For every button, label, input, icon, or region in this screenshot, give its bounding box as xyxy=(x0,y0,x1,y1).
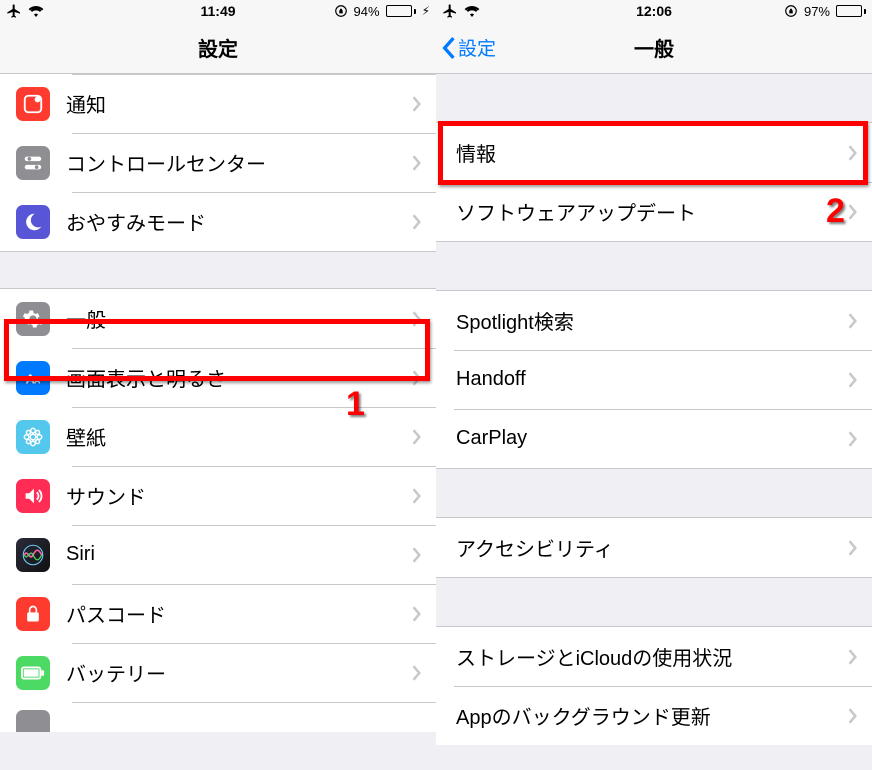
chevron-right-icon xyxy=(848,649,858,665)
row-label: 情報 xyxy=(452,138,848,167)
nav-bar: 設定 一般 xyxy=(436,22,872,74)
row-display[interactable]: AA 画面表示と明るさ xyxy=(0,348,436,407)
nav-back-label: 設定 xyxy=(458,34,496,61)
status-bar: 12:06 97% xyxy=(436,0,872,22)
nav-title: 設定 xyxy=(198,33,238,62)
row-wallpaper[interactable]: 壁紙 xyxy=(0,407,436,466)
rotation-lock-icon xyxy=(784,4,798,18)
moon-icon xyxy=(16,205,50,239)
display-icon: AA xyxy=(16,361,50,395)
row-spotlight[interactable]: Spotlight検索 xyxy=(436,291,872,350)
chevron-right-icon xyxy=(848,313,858,329)
general-group-3: アクセシビリティ xyxy=(436,517,872,578)
row-label: Spotlight検索 xyxy=(452,306,848,335)
right-screenshot: 12:06 97% 設定 一般 情報 ソフトウェアアップデート xyxy=(436,0,872,770)
chevron-right-icon xyxy=(848,372,858,388)
wifi-icon xyxy=(464,5,480,17)
chevron-right-icon xyxy=(848,204,858,220)
passcode-icon xyxy=(16,597,50,631)
chevron-right-icon xyxy=(412,429,422,445)
row-do-not-disturb[interactable]: おやすみモード xyxy=(0,192,436,251)
row-label: 画面表示と明るさ xyxy=(66,363,412,392)
settings-list[interactable]: 通知 コントロールセンター おやすみモード xyxy=(0,74,436,732)
row-carplay[interactable]: CarPlay xyxy=(436,409,872,468)
gear-icon xyxy=(16,302,50,336)
row-label: コントロールセンター xyxy=(66,148,412,177)
general-group-1: 情報 ソフトウェアアップデート xyxy=(436,122,872,242)
left-screenshot: 11:49 94% ⚡︎ 設定 通知 xyxy=(0,0,436,770)
chevron-right-icon xyxy=(412,488,422,504)
row-control-center[interactable]: コントロールセンター xyxy=(0,133,436,192)
control-center-icon xyxy=(16,146,50,180)
wallpaper-icon xyxy=(16,420,50,454)
row-bg-refresh[interactable]: Appのバックグラウンド更新 xyxy=(436,686,872,745)
row-label: バッテリー xyxy=(66,658,412,687)
general-list[interactable]: 情報 ソフトウェアアップデート Spotlight検索 Handoff CarP… xyxy=(436,74,872,745)
nav-back-button[interactable]: 設定 xyxy=(442,22,496,73)
row-sound[interactable]: サウンド xyxy=(0,466,436,525)
row-label: ソフトウェアアップデート xyxy=(452,197,848,226)
partial-icon xyxy=(16,710,50,732)
chevron-right-icon xyxy=(412,214,422,230)
battery-icon xyxy=(386,5,416,17)
settings-group-2: 一般 AA 画面表示と明るさ 壁紙 サウン xyxy=(0,288,436,732)
row-passcode[interactable]: パスコード xyxy=(0,584,436,643)
chevron-right-icon xyxy=(412,370,422,386)
row-label: Appのバックグラウンド更新 xyxy=(452,701,848,730)
battery-icon xyxy=(836,5,866,17)
chevron-right-icon xyxy=(848,708,858,724)
row-notifications[interactable]: 通知 xyxy=(0,74,436,133)
airplane-icon xyxy=(442,3,458,19)
chevron-right-icon xyxy=(848,145,858,161)
row-siri[interactable]: Siri xyxy=(0,525,436,584)
notifications-icon xyxy=(16,87,50,121)
charging-icon: ⚡︎ xyxy=(422,4,430,18)
chevron-right-icon xyxy=(412,665,422,681)
nav-bar: 設定 xyxy=(0,22,436,74)
row-label: Siri xyxy=(66,543,412,566)
row-storage[interactable]: ストレージとiCloudの使用状況 xyxy=(436,627,872,686)
siri-icon xyxy=(16,538,50,572)
row-label: CarPlay xyxy=(452,427,848,450)
chevron-right-icon xyxy=(848,431,858,447)
row-label: おやすみモード xyxy=(66,207,412,236)
rotation-lock-icon xyxy=(334,4,348,18)
row-handoff[interactable]: Handoff xyxy=(436,350,872,409)
battery-row-icon xyxy=(16,656,50,690)
general-group-4: ストレージとiCloudの使用状況 Appのバックグラウンド更新 xyxy=(436,626,872,745)
chevron-right-icon xyxy=(412,155,422,171)
battery-percent: 94% xyxy=(354,4,380,19)
row-label: ストレージとiCloudの使用状況 xyxy=(452,642,848,671)
row-label: 通知 xyxy=(66,89,412,118)
chevron-right-icon xyxy=(412,606,422,622)
settings-group-1: 通知 コントロールセンター おやすみモード xyxy=(0,74,436,252)
nav-title: 一般 xyxy=(634,33,674,62)
status-bar: 11:49 94% ⚡︎ xyxy=(0,0,436,22)
row-accessibility[interactable]: アクセシビリティ xyxy=(436,518,872,577)
row-about[interactable]: 情報 xyxy=(436,123,872,182)
row-label: パスコード xyxy=(66,599,412,628)
wifi-icon xyxy=(28,5,44,17)
row-battery[interactable]: バッテリー xyxy=(0,643,436,702)
sound-icon xyxy=(16,479,50,513)
row-label: アクセシビリティ xyxy=(452,533,848,562)
row-label: Handoff xyxy=(452,368,848,391)
chevron-right-icon xyxy=(412,547,422,563)
general-group-2: Spotlight検索 Handoff CarPlay xyxy=(436,290,872,469)
row-partial[interactable] xyxy=(0,702,436,732)
status-time: 12:06 xyxy=(636,3,672,19)
svg-text:A: A xyxy=(34,375,41,385)
row-software-update[interactable]: ソフトウェアアップデート xyxy=(436,182,872,241)
chevron-left-icon xyxy=(442,37,456,59)
row-label: 一般 xyxy=(66,304,412,333)
row-general[interactable]: 一般 xyxy=(0,289,436,348)
chevron-right-icon xyxy=(412,311,422,327)
row-label: サウンド xyxy=(66,481,412,510)
row-label: 壁紙 xyxy=(66,422,412,451)
airplane-icon xyxy=(6,3,22,19)
status-time: 11:49 xyxy=(200,3,235,19)
chevron-right-icon xyxy=(848,540,858,556)
battery-percent: 97% xyxy=(804,4,830,19)
chevron-right-icon xyxy=(412,96,422,112)
